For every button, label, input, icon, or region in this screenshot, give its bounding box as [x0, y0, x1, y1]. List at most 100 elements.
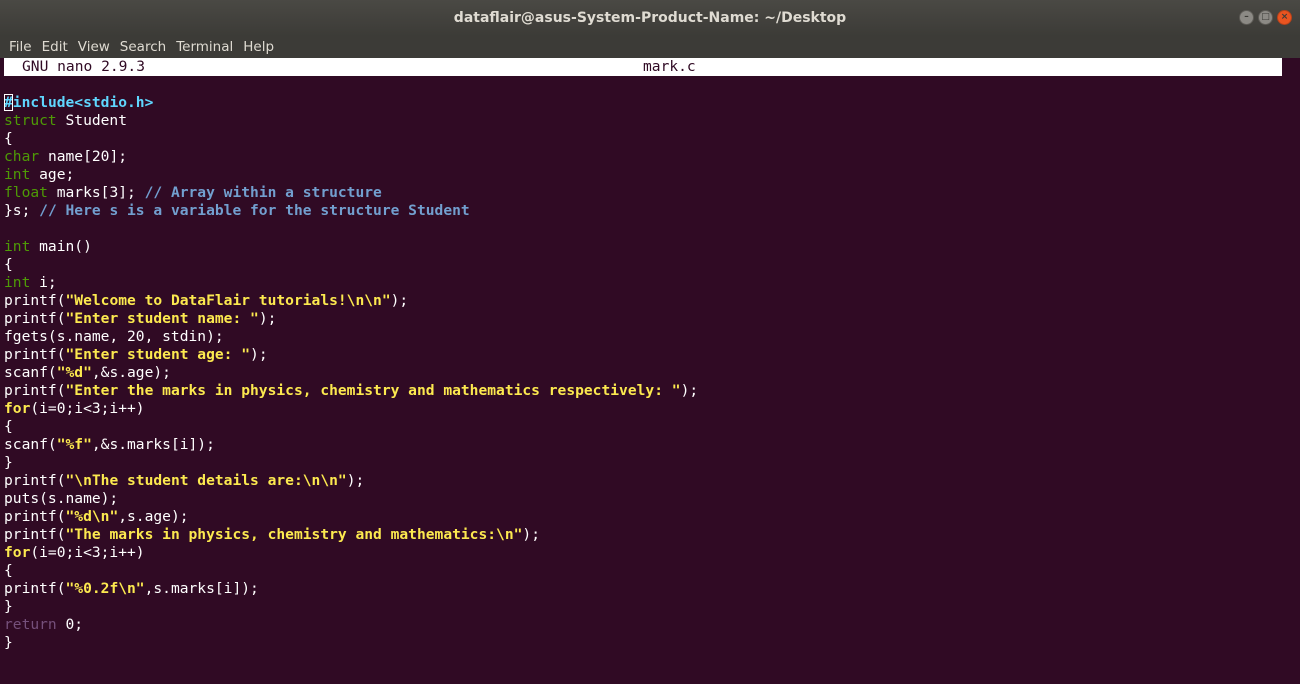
code-line: puts(s.name); [4, 490, 698, 508]
code-line: struct Student [4, 112, 698, 130]
code-token: "Enter the marks in physics, chemistry a… [65, 382, 681, 399]
code-line: for(i=0;i<3;i++) [4, 544, 698, 562]
code-line: int main() [4, 238, 698, 256]
code-line: printf("\nThe student details are:\n\n")… [4, 472, 698, 490]
close-icon: × [1280, 12, 1289, 22]
code-token: 0; [56, 616, 84, 633]
code-line: int age; [4, 166, 698, 184]
code-editor[interactable]: #include<stdio.h> struct Student{char nam… [4, 94, 698, 652]
minimize-button[interactable]: – [1239, 10, 1254, 25]
code-token: }s; [4, 202, 40, 219]
code-token: char [4, 148, 40, 165]
code-token: } [4, 634, 13, 651]
menu-terminal[interactable]: Terminal [176, 39, 233, 55]
code-token: include<stdio.h> [12, 94, 154, 111]
menu-edit[interactable]: Edit [42, 39, 68, 55]
menu-search[interactable]: Search [120, 39, 166, 55]
code-token: } [4, 454, 13, 471]
code-token: marks[3]; [47, 184, 145, 201]
code-token: puts(s.name); [4, 490, 119, 507]
nano-title-bar: GNU nano 2.9.3 mark.c [4, 58, 1282, 76]
code-token: int [4, 238, 31, 255]
code-line: scanf("%d",&s.age); [4, 364, 698, 382]
code-token: ); [250, 346, 268, 363]
code-line: } [4, 598, 698, 616]
code-line: { [4, 256, 698, 274]
menu-file[interactable]: File [9, 39, 32, 55]
code-token: printf( [4, 292, 66, 309]
terminal-area[interactable]: GNU nano 2.9.3 mark.c #include<stdio.h> s… [0, 58, 1300, 684]
nano-version: GNU nano 2.9.3 [22, 58, 146, 75]
code-token: for [4, 544, 31, 561]
code-token: printf( [4, 310, 66, 327]
code-token: ,s.marks[i]); [144, 580, 259, 597]
code-line: } [4, 454, 698, 472]
code-line: int i; [4, 274, 698, 292]
minimize-icon: – [1244, 12, 1249, 22]
code-line: }s; // Here s is a variable for the stru… [4, 202, 698, 220]
code-token: scanf( [4, 364, 57, 381]
code-token: "%d\n" [65, 508, 119, 525]
code-token: { [4, 562, 13, 579]
code-line: for(i=0;i<3;i++) [4, 400, 698, 418]
code-token: { [4, 256, 13, 273]
nano-filename: mark.c [643, 58, 696, 75]
code-line: printf("Welcome to DataFlair tutorials!\… [4, 292, 698, 310]
code-token: } [4, 598, 13, 615]
code-line: { [4, 130, 698, 148]
code-token: printf( [4, 580, 66, 597]
code-token: printf( [4, 346, 66, 363]
code-token: "Welcome to DataFlair tutorials!\n\n" [65, 292, 391, 309]
code-token: int [4, 166, 31, 183]
code-token: ); [346, 472, 365, 489]
code-token: ); [258, 310, 277, 327]
code-token: ,&s.age); [91, 364, 171, 381]
code-token: name[20]; [39, 148, 128, 165]
code-line: fgets(s.name, 20, stdin); [4, 328, 698, 346]
code-token: struct [4, 112, 57, 129]
code-line: return 0; [4, 616, 698, 634]
code-token: { [4, 418, 13, 435]
menu-view[interactable]: View [78, 39, 110, 55]
code-token: ); [680, 382, 699, 399]
menu-bar: File Edit View Search Terminal Help [0, 36, 1300, 58]
text-cursor: # [4, 94, 13, 111]
code-token: printf( [4, 508, 66, 525]
code-token: Student [56, 112, 128, 129]
code-line: scanf("%f",&s.marks[i]); [4, 436, 698, 454]
code-token: "The marks in physics, chemistry and mat… [65, 526, 523, 543]
code-token: "%d" [56, 364, 92, 381]
code-token: printf( [4, 472, 66, 489]
window-titlebar[interactable]: dataflair@asus-System-Product-Name: ~/De… [0, 0, 1300, 36]
code-line: float marks[3]; // Array within a struct… [4, 184, 698, 202]
code-line: printf("%0.2f\n",s.marks[i]); [4, 580, 698, 598]
code-token: "Enter student name: " [65, 310, 259, 327]
code-line: printf("Enter student age: "); [4, 346, 698, 364]
code-token: scanf( [4, 436, 57, 453]
close-button[interactable]: × [1277, 10, 1292, 25]
terminal-window: dataflair@asus-System-Product-Name: ~/De… [0, 0, 1300, 684]
code-token: ,&s.marks[i]); [91, 436, 215, 453]
code-token: "Enter student age: " [65, 346, 251, 363]
code-token: for [4, 400, 31, 417]
code-token: { [4, 130, 13, 147]
code-token: return [4, 616, 57, 633]
code-token: ,s.age); [118, 508, 189, 525]
maximize-button[interactable]: □ [1258, 10, 1273, 25]
code-token: (i=0;i<3;i++) [30, 400, 145, 417]
code-token: ); [390, 292, 409, 309]
code-token: // Array within a structure [144, 184, 382, 201]
code-token: "\nThe student details are:\n\n" [65, 472, 347, 489]
code-token: (i=0;i<3;i++) [30, 544, 145, 561]
code-line: char name[20]; [4, 148, 698, 166]
code-token: age; [30, 166, 75, 183]
code-line: #include<stdio.h> [4, 94, 698, 112]
code-token: i; [30, 274, 57, 291]
code-token: "%f" [56, 436, 92, 453]
code-line: printf("%d\n",s.age); [4, 508, 698, 526]
code-line: { [4, 562, 698, 580]
code-line: { [4, 418, 698, 436]
code-token: float [4, 184, 48, 201]
menu-help[interactable]: Help [243, 39, 274, 55]
